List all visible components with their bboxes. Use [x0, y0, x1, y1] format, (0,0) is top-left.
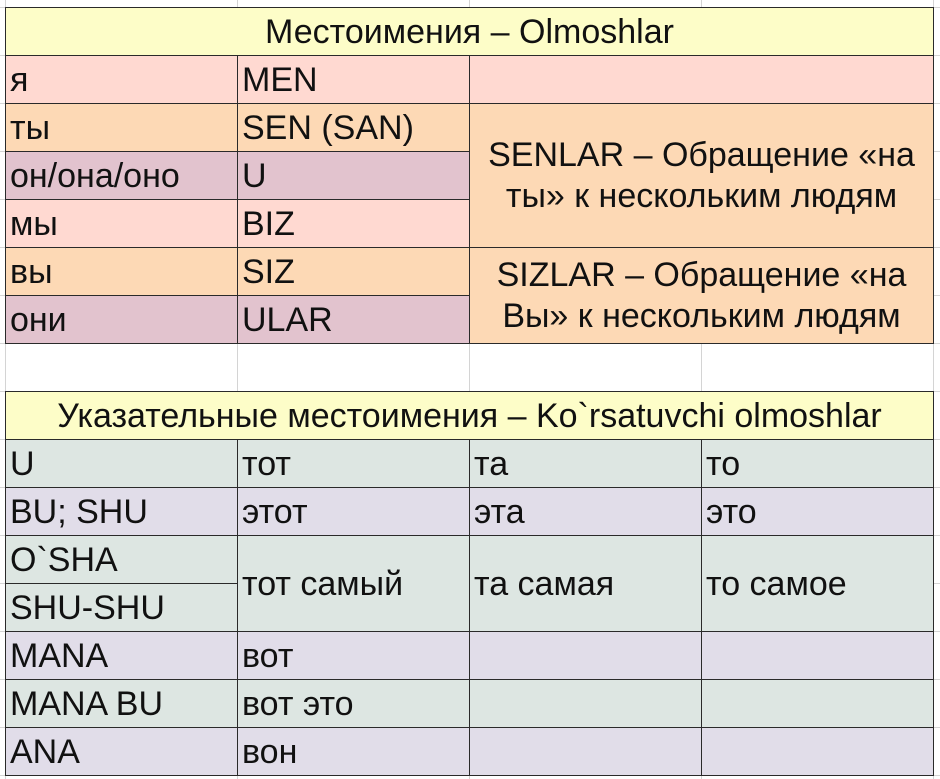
senlar-note-cell[interactable]: SENLAR – Обращение «на ты» к нескольким … [469, 103, 934, 248]
empty-cell[interactable] [701, 631, 934, 680]
empty-cell[interactable] [469, 55, 934, 104]
feminine-cell[interactable]: эта [469, 487, 702, 536]
uz-pronoun-cell[interactable]: SIZ [237, 247, 470, 296]
neuter-cell[interactable]: то самое [701, 535, 934, 632]
table-row: MANA BU вот это [5, 679, 934, 728]
uz-demonstrative-cell[interactable]: SHU-SHU [5, 583, 238, 632]
table-row: MANA вот [5, 631, 934, 680]
neuter-cell[interactable]: то [701, 439, 934, 488]
neuter-cell[interactable]: это [701, 487, 934, 536]
table-row: вы SIZ SIZLAR – Обращение «на Вы» к неск… [5, 247, 934, 344]
sizlar-note-cell[interactable]: SIZLAR – Обращение «на Вы» к нескольким … [469, 247, 934, 344]
masculine-cell[interactable]: этот [237, 487, 470, 536]
masculine-cell[interactable]: тот самый [237, 535, 470, 632]
table-row: U тот та то [5, 439, 934, 488]
uz-demonstrative-cell[interactable]: O`SHA [5, 535, 238, 584]
uz-pronoun-cell[interactable]: SEN (SAN) [237, 103, 470, 152]
table-row: ANA вон [5, 727, 934, 776]
pronouns-table: Местоимения – Olmoshlar я MEN ты SEN (SA… [5, 7, 934, 344]
demonstratives-table: Указательные местоимения – Ko`rsatuvchi … [5, 391, 934, 776]
empty-cell[interactable] [701, 727, 934, 776]
empty-cell[interactable] [701, 679, 934, 728]
uz-pronoun-cell[interactable]: MEN [237, 55, 470, 104]
ru-pronoun-cell[interactable]: ты [5, 103, 238, 152]
masculine-cell[interactable]: вон [237, 727, 470, 776]
ru-pronoun-cell[interactable]: они [5, 295, 238, 344]
uz-pronoun-cell[interactable]: ULAR [237, 295, 470, 344]
empty-cell[interactable] [469, 727, 702, 776]
uz-demonstrative-cell[interactable]: ANA [5, 727, 238, 776]
masculine-cell[interactable]: вот [237, 631, 470, 680]
ru-pronoun-cell[interactable]: вы [5, 247, 238, 296]
table-row: BU; SHU этот эта это [5, 487, 934, 536]
uz-demonstrative-cell[interactable]: MANA BU [5, 679, 238, 728]
table-row: ты SEN (SAN) SENLAR – Обращение «на ты» … [5, 103, 934, 248]
uz-demonstrative-cell[interactable]: U [5, 439, 238, 488]
table-row: я MEN [5, 55, 934, 104]
ru-pronoun-cell[interactable]: он/она/оно [5, 151, 238, 200]
pronouns-title: Местоимения – Olmoshlar [5, 7, 934, 56]
empty-cell[interactable] [469, 631, 702, 680]
uz-pronoun-cell[interactable]: U [237, 151, 470, 200]
ru-pronoun-cell[interactable]: мы [5, 199, 238, 248]
ru-pronoun-cell[interactable]: я [5, 55, 238, 104]
masculine-cell[interactable]: вот это [237, 679, 470, 728]
uz-demonstrative-cell[interactable]: BU; SHU [5, 487, 238, 536]
empty-cell[interactable] [469, 679, 702, 728]
uz-pronoun-cell[interactable]: BIZ [237, 199, 470, 248]
feminine-cell[interactable]: та [469, 439, 702, 488]
demonstratives-title: Указательные местоимения – Ko`rsatuvchi … [5, 391, 934, 440]
masculine-cell[interactable]: тот [237, 439, 470, 488]
feminine-cell[interactable]: та самая [469, 535, 702, 632]
uz-demonstrative-cell[interactable]: MANA [5, 631, 238, 680]
table-row: O`SHA тот самый та самая то самое [5, 535, 934, 632]
